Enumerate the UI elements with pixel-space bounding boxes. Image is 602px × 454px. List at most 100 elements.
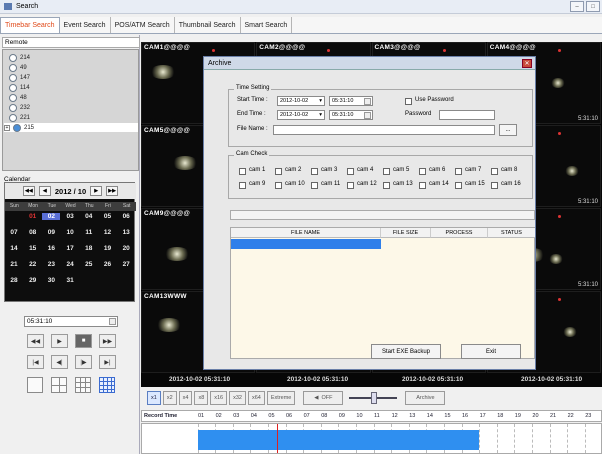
calendar-day[interactable]: 23: [42, 261, 60, 268]
calendar-day[interactable]: 11: [80, 229, 98, 236]
rewind-button[interactable]: ◀◀: [27, 334, 44, 348]
cam-checkbox[interactable]: [311, 168, 318, 175]
cam-checkbox[interactable]: [275, 182, 282, 189]
close-icon[interactable]: ✕: [522, 59, 532, 68]
calendar-day[interactable]: 12: [99, 229, 117, 236]
step-forward-button[interactable]: |▶: [75, 355, 92, 369]
zoom-x32-button[interactable]: x32: [229, 391, 246, 405]
calendar-day[interactable]: 08: [24, 229, 42, 236]
cam-checkbox[interactable]: [383, 182, 390, 189]
start-date-select[interactable]: 2012-10-02 ▾: [277, 96, 325, 106]
fast-forward-button[interactable]: ▶▶: [99, 334, 116, 348]
zoom-x16-button[interactable]: x16: [210, 391, 228, 405]
time-input[interactable]: 05:31:10: [24, 316, 118, 327]
calendar-day[interactable]: 22: [24, 261, 42, 268]
zoom-x1-button[interactable]: x1: [147, 391, 161, 405]
calendar-day[interactable]: 20: [117, 245, 135, 252]
calendar-day[interactable]: 25: [80, 261, 98, 268]
tab-smart-search[interactable]: Smart Search: [241, 17, 293, 33]
tree-item[interactable]: 49: [9, 63, 27, 72]
timeline-track[interactable]: [141, 423, 602, 454]
step-back-button[interactable]: ◀|: [51, 355, 68, 369]
calendar-day[interactable]: 30: [42, 277, 60, 284]
archive-button[interactable]: Archive: [405, 391, 446, 405]
calendar-day[interactable]: 03: [61, 213, 79, 220]
tab-pos-atm-search[interactable]: POS/ATM Search: [111, 17, 175, 33]
cam-checkbox[interactable]: [455, 182, 462, 189]
calendar-day[interactable]: 05: [99, 213, 117, 220]
tree-item[interactable]: 214: [9, 53, 30, 62]
prev-month-button[interactable]: ◀: [38, 186, 51, 196]
cam-checkbox[interactable]: [275, 168, 282, 175]
go-end-button[interactable]: ▶|: [99, 355, 116, 369]
calendar-day[interactable]: 16: [42, 245, 60, 252]
cam-checkbox[interactable]: [239, 168, 246, 175]
layout-16-icon[interactable]: [99, 377, 115, 393]
cam-checkbox[interactable]: [491, 182, 498, 189]
table-row-selected[interactable]: [231, 239, 381, 249]
end-date-select[interactable]: 2012-10-02 ▾: [277, 110, 325, 120]
tab-event-search[interactable]: Event Search: [60, 17, 111, 33]
spinner[interactable]: [364, 98, 371, 105]
end-time-input[interactable]: 05:31:10: [329, 110, 373, 120]
start-backup-button[interactable]: Start EXE Backup: [371, 344, 441, 359]
stop-button[interactable]: ■: [75, 334, 92, 348]
calendar-day[interactable]: 31: [61, 277, 79, 284]
cam-checkbox[interactable]: [419, 182, 426, 189]
volume-slider[interactable]: [349, 391, 398, 405]
calendar-day[interactable]: 28: [5, 277, 23, 284]
next-month-button[interactable]: ▶: [90, 186, 103, 196]
tree-item-selected[interactable]: +215: [4, 123, 138, 132]
calendar-day[interactable]: 14: [5, 245, 23, 252]
file-name-input[interactable]: [273, 125, 495, 135]
calendar-day[interactable]: 15: [24, 245, 42, 252]
calendar-day[interactable]: 17: [61, 245, 79, 252]
zoom-extreme-button[interactable]: Extreme: [266, 391, 296, 405]
calendar-day[interactable]: 02: [42, 213, 61, 220]
cam-checkbox[interactable]: [383, 168, 390, 175]
play-button[interactable]: ▶: [51, 334, 68, 348]
audio-toggle-button[interactable]: ◀ OFF: [303, 391, 344, 405]
tab-thumbnail-search[interactable]: Thumbnail Search: [175, 17, 241, 33]
tree-item[interactable]: 232: [9, 103, 30, 112]
expand-icon[interactable]: +: [4, 124, 10, 131]
cam-checkbox[interactable]: [455, 168, 462, 175]
go-start-button[interactable]: |◀: [27, 355, 44, 369]
cam-checkbox[interactable]: [491, 168, 498, 175]
layout-4-icon[interactable]: [51, 377, 67, 393]
calendar-day[interactable]: 13: [117, 229, 135, 236]
calendar-day[interactable]: 10: [61, 229, 79, 236]
zoom-x8-button[interactable]: x8: [194, 391, 209, 405]
password-input[interactable]: [439, 110, 495, 120]
tab-timebar-search[interactable]: Timebar Search: [0, 17, 60, 33]
calendar-day[interactable]: 07: [5, 229, 23, 236]
cam-checkbox[interactable]: [239, 182, 246, 189]
time-cursor[interactable]: [276, 424, 278, 453]
prev-year-button[interactable]: ◀◀: [22, 186, 35, 196]
calendar-day[interactable]: 21: [5, 261, 23, 268]
calendar-day[interactable]: 27: [117, 261, 135, 268]
layout-1-icon[interactable]: [27, 377, 43, 393]
calendar-day[interactable]: 06: [117, 213, 135, 220]
time-spinner[interactable]: [109, 318, 116, 325]
calendar-day[interactable]: 26: [99, 261, 117, 268]
exit-button[interactable]: Exit: [461, 344, 521, 359]
tree-item[interactable]: 114: [9, 83, 30, 92]
tree-item[interactable]: 221: [9, 113, 30, 122]
spinner[interactable]: [364, 112, 371, 119]
next-year-button[interactable]: ▶▶: [106, 186, 119, 196]
cam-checkbox[interactable]: [347, 168, 354, 175]
zoom-x64-button[interactable]: x64: [248, 391, 265, 405]
cam-checkbox[interactable]: [347, 182, 354, 189]
maximize-button[interactable]: □: [586, 1, 600, 12]
cam-checkbox[interactable]: [419, 168, 426, 175]
calendar-day[interactable]: 19: [99, 245, 117, 252]
calendar-day[interactable]: 09: [42, 229, 60, 236]
cam-checkbox[interactable]: [311, 182, 318, 189]
calendar-day[interactable]: 29: [24, 277, 42, 284]
tree-item[interactable]: 48: [9, 93, 27, 102]
minimize-button[interactable]: –: [570, 1, 584, 12]
start-time-input[interactable]: 05:31:10: [329, 96, 373, 106]
use-password-checkbox[interactable]: [405, 98, 412, 105]
tree-item[interactable]: 147: [9, 73, 30, 82]
